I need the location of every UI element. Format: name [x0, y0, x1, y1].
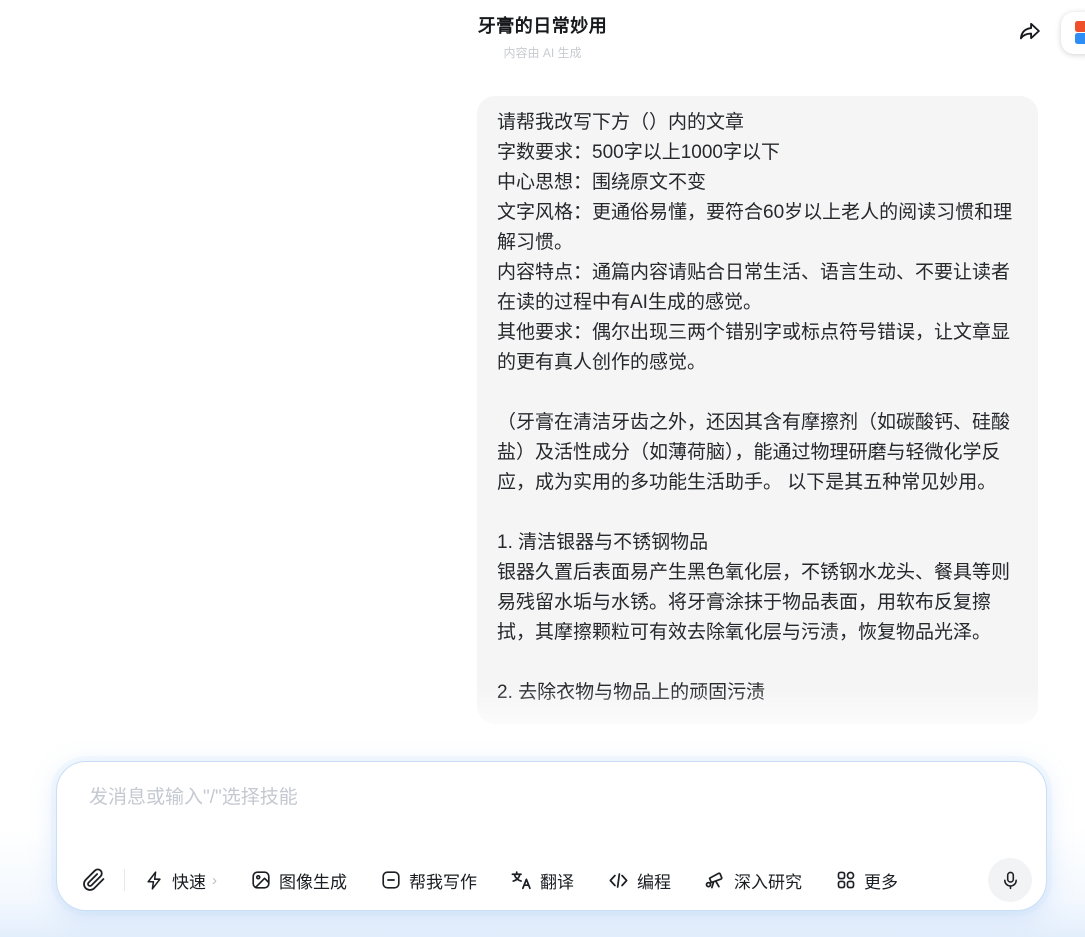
chevron-right-icon: › [212, 872, 217, 889]
lightning-icon [144, 870, 165, 891]
tool-label: 帮我写作 [409, 868, 477, 893]
tool-button-image-gen[interactable]: 图像生成 [248, 864, 349, 897]
write-doc-icon [380, 869, 402, 891]
ai-generated-note: 内容由 AI 生成 [0, 44, 1085, 61]
share-icon [1017, 18, 1043, 44]
message-input[interactable] [87, 780, 1021, 846]
extension-logo-icon [1075, 21, 1085, 44]
chat-header: 牙膏的日常妙用 内容由 AI 生成 [0, 0, 1085, 61]
tool-button-writing[interactable]: 帮我写作 [378, 864, 479, 897]
user-message-text: 请帮我改写下方（）内的文章 字数要求：500字以上1000字以下 中心思想：围绕… [497, 108, 1018, 708]
tool-button-translate[interactable]: 翻译 [508, 864, 576, 897]
tool-label: 深入研究 [734, 868, 802, 893]
code-icon [607, 869, 630, 892]
attach-button[interactable] [79, 865, 109, 895]
microphone-icon [1000, 870, 1021, 891]
more-grid-icon [835, 869, 857, 891]
tool-button-research[interactable]: 深入研究 [702, 864, 804, 897]
toolbar-divider [124, 869, 125, 891]
composer-toolbar: 快速 › 图像生成 帮我写作 [79, 858, 1032, 902]
paperclip-icon [82, 868, 106, 892]
page-title: 牙膏的日常妙用 [0, 12, 1085, 38]
extension-badge[interactable] [1061, 12, 1085, 54]
app-window: 牙膏的日常妙用 内容由 AI 生成 请帮我改写下方（）内的文章 字数要求：500… [0, 0, 1085, 937]
composer: 快速 › 图像生成 帮我写作 [56, 761, 1047, 911]
tool-label: 更多 [864, 868, 898, 893]
translate-icon [510, 869, 533, 892]
tool-label: 快速 [172, 868, 206, 893]
logo-blue-square [1075, 33, 1085, 44]
mic-button[interactable] [988, 858, 1032, 902]
user-message-bubble: 请帮我改写下方（）内的文章 字数要求：500字以上1000字以下 中心思想：围绕… [477, 96, 1038, 724]
research-telescope-icon [704, 869, 727, 892]
image-icon [250, 869, 272, 891]
logo-red-square [1075, 21, 1085, 32]
share-button[interactable] [1014, 15, 1046, 47]
tool-button-more[interactable]: 更多 [833, 864, 900, 897]
tool-label: 翻译 [540, 868, 574, 893]
tool-label: 图像生成 [279, 868, 347, 893]
tool-button-quick[interactable]: 快速 › [142, 864, 219, 897]
tool-button-code[interactable]: 编程 [605, 864, 673, 897]
chat-scroll-area[interactable]: 请帮我改写下方（）内的文章 字数要求：500字以上1000字以下 中心思想：围绕… [0, 60, 1085, 762]
tool-label: 编程 [637, 868, 671, 893]
